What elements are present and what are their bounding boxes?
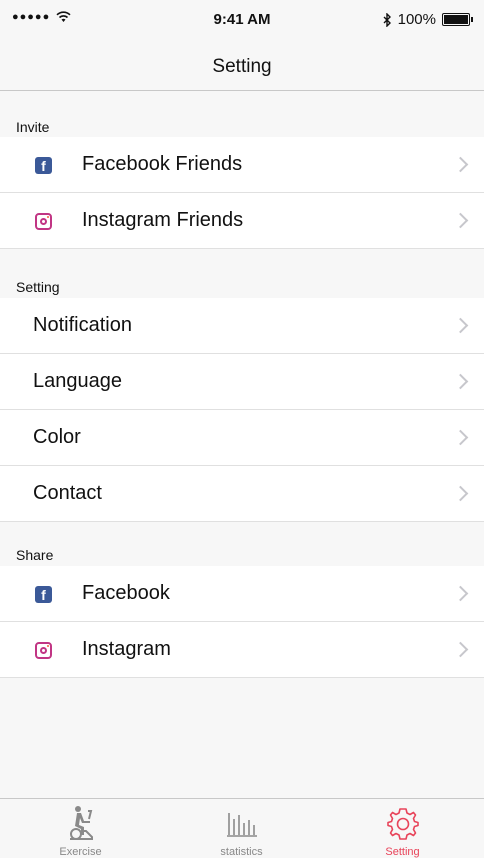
battery-percent: 100% bbox=[397, 11, 436, 28]
list-item-notification[interactable]: Notification bbox=[0, 298, 484, 354]
list-item-label: Instagram Friends bbox=[82, 209, 244, 231]
tab-statistics[interactable]: statistics bbox=[161, 799, 322, 858]
instagram-icon bbox=[35, 642, 52, 659]
tab-setting[interactable]: Setting bbox=[322, 799, 483, 858]
list-item-language[interactable]: Language bbox=[0, 354, 484, 410]
list-item-share-instagram[interactable]: Instagram bbox=[0, 622, 484, 678]
chevron-right-icon bbox=[452, 429, 469, 446]
chevron-right-icon bbox=[452, 373, 469, 390]
chevron-right-icon bbox=[452, 156, 469, 173]
list-item-facebook-friends[interactable]: f Facebook Friends bbox=[0, 137, 484, 193]
section-header-share: Share bbox=[16, 547, 54, 563]
bar-chart-icon bbox=[226, 813, 257, 837]
tab-bar: Exercise statistics Setting bbox=[0, 798, 484, 858]
tab-exercise[interactable]: Exercise bbox=[0, 799, 161, 858]
navigation-bar: Setting bbox=[0, 42, 484, 91]
chevron-right-icon bbox=[452, 585, 469, 602]
list-item-color[interactable]: Color bbox=[0, 410, 484, 466]
gear-icon bbox=[386, 808, 419, 840]
list-item-label: Instagram bbox=[82, 638, 171, 660]
list-item-contact[interactable]: Contact bbox=[0, 466, 484, 522]
tab-label: statistics bbox=[220, 846, 263, 858]
tab-label: Setting bbox=[385, 846, 420, 858]
chevron-right-icon bbox=[452, 641, 469, 658]
list-item-instagram-friends[interactable]: Instagram Friends bbox=[0, 193, 484, 249]
section-header-setting: Setting bbox=[16, 279, 60, 295]
section-header-invite: Invite bbox=[16, 119, 50, 135]
battery-icon bbox=[442, 13, 473, 26]
chevron-right-icon bbox=[452, 317, 469, 334]
battery-indicator: 100% bbox=[382, 11, 473, 28]
facebook-icon: f bbox=[35, 586, 52, 603]
status-bar: ●●●●● 9:41 AM 100% bbox=[0, 0, 484, 42]
instagram-icon bbox=[35, 213, 52, 230]
facebook-icon: f bbox=[35, 157, 52, 174]
tab-label: Exercise bbox=[59, 846, 102, 858]
bluetooth-icon bbox=[383, 12, 391, 27]
list-item-label: Facebook bbox=[82, 582, 170, 604]
list-item-label: Notification bbox=[33, 314, 132, 336]
list-item-share-facebook[interactable]: f Facebook bbox=[0, 566, 484, 622]
chevron-right-icon bbox=[452, 485, 469, 502]
list-item-label: Contact bbox=[33, 482, 102, 504]
page-title: Setting bbox=[212, 56, 272, 77]
chevron-right-icon bbox=[452, 212, 469, 229]
exercise-bike-icon bbox=[69, 806, 93, 840]
list-item-label: Facebook Friends bbox=[82, 153, 243, 175]
list-item-label: Color bbox=[33, 426, 81, 448]
list-item-label: Language bbox=[33, 370, 122, 392]
